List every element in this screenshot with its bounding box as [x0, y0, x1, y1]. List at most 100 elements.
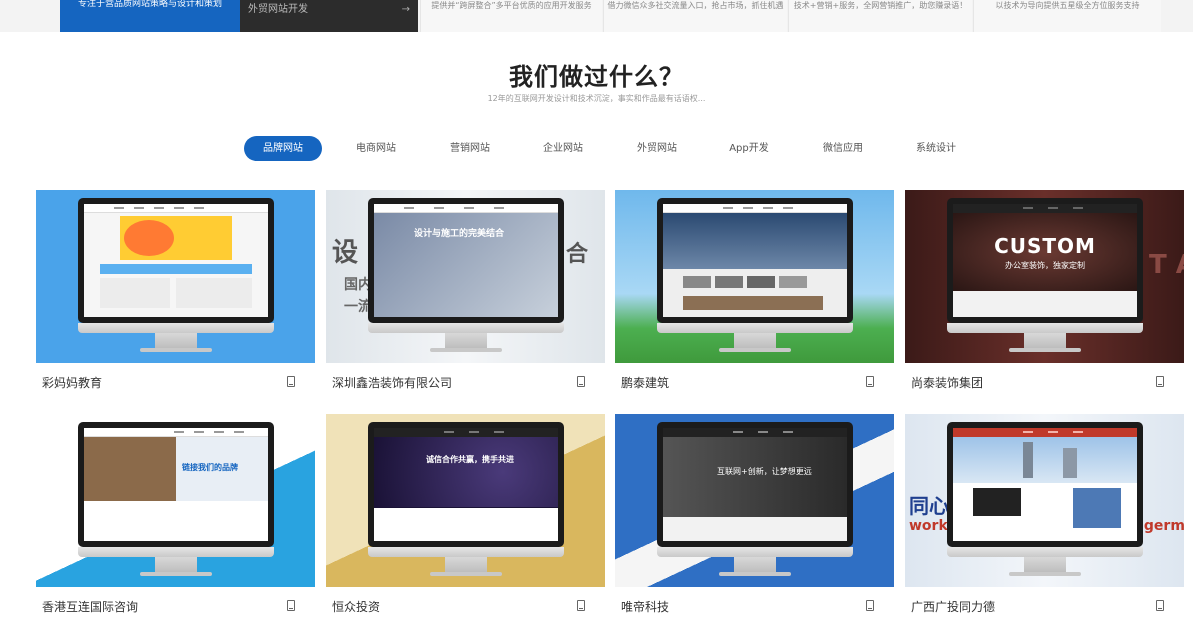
screen-headline: 链接我们的品牌: [182, 463, 238, 472]
screen-banner: [953, 437, 1137, 483]
monitor-stand: [445, 557, 487, 573]
portfolio-card[interactable]: 设 国内 一流 合 设计与施工的完美结合 深圳鑫浩装饰有限公司: [326, 190, 605, 403]
portfolio-thumbnail[interactable]: 诚信合作共赢，携手共进: [326, 414, 605, 587]
monitor-chin: [78, 323, 274, 333]
mobile-phone-icon[interactable]: [1156, 600, 1164, 611]
thumb-overlay-text: 合: [566, 242, 589, 267]
arrow-right-icon: →: [401, 4, 410, 15]
screen-banner: [374, 437, 558, 507]
card-title[interactable]: 尚泰装饰集团: [911, 374, 983, 391]
screen-building: [1023, 442, 1033, 478]
portfolio-thumbnail[interactable]: [36, 190, 315, 363]
card-title[interactable]: 恒众投资: [332, 598, 380, 615]
card-title[interactable]: 彩妈妈教育: [42, 374, 102, 391]
thumb-overlay-text: 设: [332, 238, 359, 268]
monitor-mockup: [78, 198, 274, 323]
portfolio-card[interactable]: 彩妈妈教育: [36, 190, 315, 403]
screen-footer-area: [374, 508, 558, 541]
screen-thumb: [1073, 488, 1121, 528]
monitor-foot: [719, 348, 791, 352]
thumb-overlay-text: 同心: [909, 494, 949, 518]
tab-brand-website[interactable]: 品牌网站: [244, 136, 322, 161]
screen-nav: [374, 428, 558, 437]
mobile-phone-icon[interactable]: [577, 376, 585, 387]
website-screenshot: [663, 204, 847, 317]
tab-foreign-trade-website[interactable]: 外贸网站: [627, 136, 687, 161]
card-title[interactable]: 鹏泰建筑: [621, 374, 669, 391]
portfolio-thumbnail[interactable]: [615, 190, 894, 363]
monitor-mockup: 诚信合作共赢，携手共进: [368, 422, 564, 547]
mobile-phone-icon[interactable]: [287, 600, 295, 611]
portfolio-thumbnail[interactable]: 设 国内 一流 合 设计与施工的完美结合: [326, 190, 605, 363]
monitor-chin: [78, 547, 274, 557]
top-strip-highlight[interactable]: 专注于营品质网站策略与设计和策划: [60, 0, 240, 32]
screen-banner: [663, 213, 847, 269]
top-strip-column[interactable]: 提供并“跨屏整合”多平台优质的应用开发服务: [420, 0, 602, 32]
card-title[interactable]: 广西广投同力德: [911, 598, 995, 615]
monitor-mockup: [657, 198, 853, 323]
screen-headline: 设计与施工的完美结合: [414, 229, 505, 239]
portfolio-card[interactable]: 诚信合作共赢，携手共进 恒众投资: [326, 414, 605, 627]
monitor-mockup: CUSTOM 办公室装饰，独家定制: [947, 198, 1143, 323]
portfolio-card[interactable]: 互联网+创新，让梦想更远 唯帝科技: [615, 414, 894, 627]
monitor-foot: [430, 572, 502, 576]
portfolio-thumbnail[interactable]: 链接我们的品牌: [36, 414, 315, 587]
screen-headline: CUSTOM: [994, 234, 1096, 258]
tab-ecommerce-website[interactable]: 电商网站: [346, 136, 406, 161]
screen-banner-photo: [124, 220, 174, 256]
screen-footer-area: [953, 291, 1137, 317]
mobile-phone-icon[interactable]: [866, 376, 874, 387]
monitor-chin: [947, 323, 1143, 333]
screen-strip: [100, 264, 252, 274]
top-strip-column-text: 提供并“跨屏整合”多平台优质的应用开发服务: [431, 1, 592, 10]
screen-block: [100, 278, 170, 308]
monitor-stand: [155, 333, 197, 349]
portfolio-thumbnail[interactable]: 同心 work t d germa: [905, 414, 1184, 587]
tab-wechat-apps[interactable]: 微信应用: [813, 136, 873, 161]
monitor-chin: [368, 323, 564, 333]
website-screenshot: CUSTOM 办公室装饰，独家定制: [953, 204, 1137, 317]
tab-system-design[interactable]: 系统设计: [906, 136, 966, 161]
monitor-foot: [140, 572, 212, 576]
mobile-phone-icon[interactable]: [866, 600, 874, 611]
card-title[interactable]: 香港互连国际咨询: [42, 598, 138, 615]
tab-enterprise-website[interactable]: 企业网站: [533, 136, 593, 161]
tab-marketing-website[interactable]: 营销网站: [440, 136, 500, 161]
portfolio-card[interactable]: T A CUSTOM 办公室装饰，独家定制 尚泰装饰集团: [905, 190, 1184, 403]
monitor-stand: [734, 333, 776, 349]
monitor-foot: [1009, 572, 1081, 576]
monitor-chin: [947, 547, 1143, 557]
mobile-phone-icon[interactable]: [287, 376, 295, 387]
monitor-mockup: 设计与施工的完美结合: [368, 198, 564, 323]
monitor-foot: [430, 348, 502, 352]
top-strip-column[interactable]: 借力微信众多社交流量入口，抢占市场，抓住机遇: [603, 0, 787, 32]
top-strip-column[interactable]: 以技术为导向提供五星级全方位服务支持: [973, 0, 1161, 32]
card-title[interactable]: 深圳鑫浩装饰有限公司: [332, 374, 452, 391]
tab-app-development[interactable]: App开发: [719, 136, 779, 161]
top-strip-column-text: 以技术为导向提供五星级全方位服务支持: [995, 1, 1140, 10]
screen-thumb: [779, 276, 807, 288]
portfolio-card[interactable]: 同心 work t d germa 广西广投同力德: [905, 414, 1184, 627]
portfolio-thumbnail[interactable]: 互联网+创新，让梦想更远: [615, 414, 894, 587]
screen-nav: [84, 428, 268, 437]
screen-nav: [663, 204, 847, 213]
mobile-phone-icon[interactable]: [1156, 376, 1164, 387]
website-screenshot: 链接我们的品牌: [84, 428, 268, 541]
screen-nav: [953, 204, 1137, 213]
top-strip-column[interactable]: 技术+营销+服务，全网营销推广，助您赚录语！: [788, 0, 972, 32]
portfolio-card[interactable]: 鹏泰建筑: [615, 190, 894, 403]
screen-banner: [663, 437, 847, 517]
screen-nav: [663, 428, 847, 437]
portfolio-card[interactable]: 链接我们的品牌 香港互连国际咨询: [36, 414, 315, 627]
mobile-phone-icon[interactable]: [577, 600, 585, 611]
portfolio-thumbnail[interactable]: T A CUSTOM 办公室装饰，独家定制: [905, 190, 1184, 363]
monitor-stand: [1024, 557, 1066, 573]
monitor-stand: [1024, 333, 1066, 349]
monitor-stand: [155, 557, 197, 573]
monitor-mockup: 链接我们的品牌: [78, 422, 274, 547]
website-screenshot: [953, 428, 1137, 541]
top-strip-foreign-trade-link[interactable]: 外贸网站开发 →: [240, 0, 418, 32]
screen-thumb: [715, 276, 743, 288]
card-title[interactable]: 唯帝科技: [621, 598, 669, 615]
screen-headline: 互联网+创新，让梦想更远: [717, 467, 812, 476]
